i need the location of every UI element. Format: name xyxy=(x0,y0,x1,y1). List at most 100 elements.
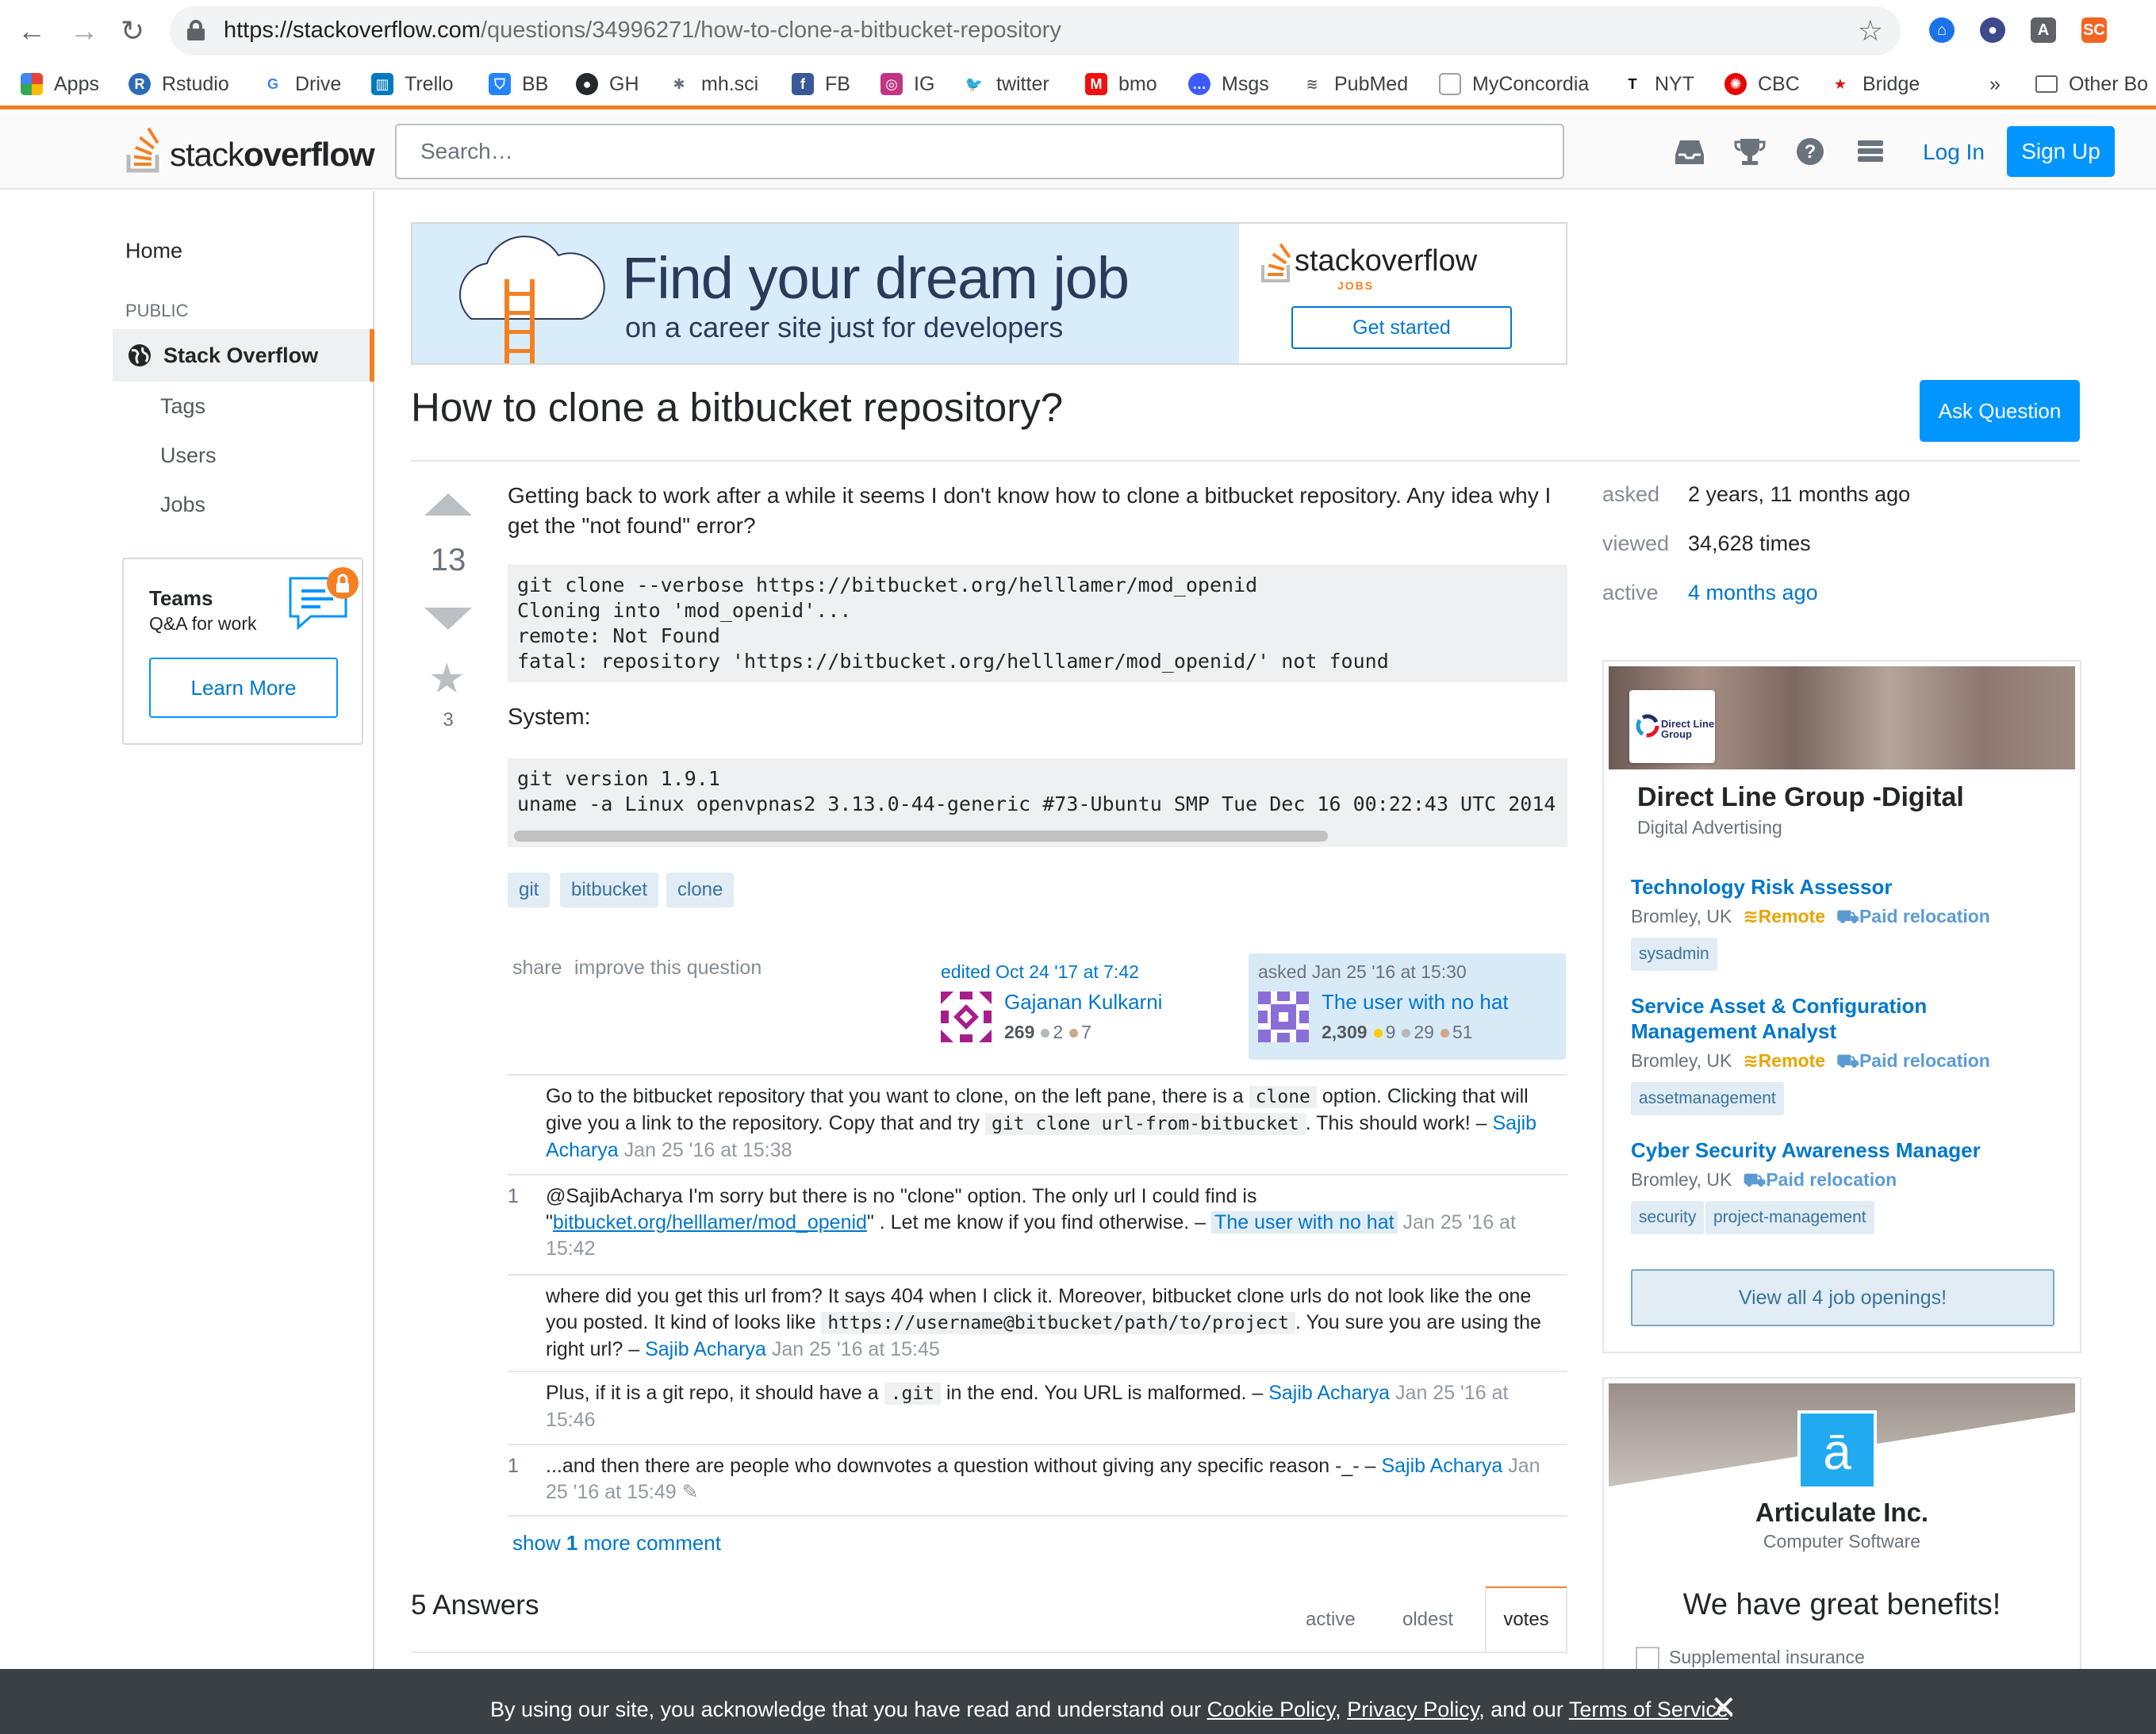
address-bar[interactable]: https://stackoverflow.com/questions/3499… xyxy=(170,6,1901,56)
bookmark-gh[interactable]: ● GH xyxy=(576,68,639,100)
bookmark-mhsci[interactable]: ✱ mh.sci xyxy=(668,68,758,100)
company-ad-card[interactable]: ā Articulate Inc. Computer Software We h… xyxy=(1602,1377,2081,1678)
stat-active-value[interactable]: 4 months ago xyxy=(1688,581,1818,605)
inbox-icon[interactable] xyxy=(1672,134,1707,169)
bookmark-twitter[interactable]: 🐦 twitter xyxy=(963,68,1049,100)
so-topbar: stackoverflow Search… ? Log In Sign Up xyxy=(0,113,2156,190)
comment-user[interactable]: Sajib Acharya xyxy=(1268,1382,1390,1404)
bookmark-trello[interactable]: ▥ Trello xyxy=(371,68,454,100)
tag-clone[interactable]: clone xyxy=(666,873,735,907)
sidebar-item-jobs[interactable]: Jobs xyxy=(160,493,205,517)
bookmark-bb[interactable]: ⛉ BB xyxy=(489,68,548,100)
sidebar-item-users[interactable]: Users xyxy=(160,443,217,468)
globe-icon xyxy=(129,344,151,366)
job-tag[interactable]: sysadmin xyxy=(1631,938,1717,971)
relocation-truck-icon: ⛟Paid relocation xyxy=(1743,1169,1897,1190)
jobs-banner-ad[interactable]: Find your dream job on a career site jus… xyxy=(411,222,1567,365)
improve-question-link[interactable]: improve this question xyxy=(574,957,762,980)
signup-button[interactable]: Sign Up xyxy=(2007,126,2115,177)
bookmark-pubmed[interactable]: ≋ PubMed xyxy=(1301,68,1408,100)
comment-text: Plus, if it is a git repo, it should hav… xyxy=(546,1382,1509,1431)
asker-name[interactable]: The user with no hat xyxy=(1322,990,1509,1015)
edited-time[interactable]: edited Oct 24 '17 at 7:42 xyxy=(941,961,1139,983)
login-button[interactable]: Log In xyxy=(1910,129,1997,175)
editor-name[interactable]: Gajanan Kulkarni xyxy=(1004,990,1162,1015)
extension-sc-icon[interactable]: SC xyxy=(2081,17,2107,43)
extension-a-icon[interactable]: A xyxy=(2031,17,2056,43)
relocation-truck-icon: ⛟Paid relocation xyxy=(1836,906,1990,926)
twitter-bird-icon: 🐦 xyxy=(963,73,985,95)
upvote-arrow-icon[interactable] xyxy=(424,493,472,516)
asker-avatar[interactable] xyxy=(1258,992,1309,1042)
job-title-link[interactable]: Technology Risk Assessor xyxy=(1631,874,1892,900)
editor-user-card: edited Oct 24 '17 at 7:42 Gajanan Kulkar… xyxy=(941,953,1210,1055)
sidebar-item-home[interactable]: Home xyxy=(125,239,182,263)
favorite-count: 3 xyxy=(443,709,454,731)
show-more-comments-link[interactable]: show 1 more comment xyxy=(512,1531,721,1556)
bookmark-rstudio[interactable]: R Rstudio xyxy=(129,68,229,100)
bookmark-nyt[interactable]: T NYT xyxy=(1621,68,1694,100)
privacy-policy-link[interactable]: Privacy Policy xyxy=(1347,1698,1479,1721)
cookie-policy-link[interactable]: Cookie Policy xyxy=(1207,1698,1336,1721)
learn-more-button[interactable]: Learn More xyxy=(149,658,338,718)
tab-votes[interactable]: votes xyxy=(1485,1586,1567,1653)
bookmark-other[interactable]: Other Bo xyxy=(2035,68,2148,100)
get-started-button[interactable]: Get started xyxy=(1291,306,1512,349)
job-tag[interactable]: security xyxy=(1631,1201,1705,1234)
tab-oldest[interactable]: oldest xyxy=(1402,1609,1453,1631)
comment-date[interactable]: Jan 25 '16 at 15:38 xyxy=(624,1139,792,1161)
bookmark-bmo[interactable]: Mbmo xyxy=(1085,68,1157,100)
help-icon[interactable]: ? xyxy=(1793,134,1828,169)
so-logo[interactable]: stackoverflow xyxy=(125,128,375,174)
job-title-link[interactable]: Service Asset & Configuration Management… xyxy=(1631,993,2043,1044)
bookmark-cbc[interactable]: ✺ CBC xyxy=(1724,68,1800,100)
comment-date[interactable]: Jan 25 '16 at 15:45 xyxy=(772,1338,940,1360)
bookmark-bridge[interactable]: ★ Bridge xyxy=(1829,68,1920,100)
reload-icon[interactable]: ↻ xyxy=(121,14,144,48)
close-icon[interactable]: ✕ xyxy=(1710,1690,1737,1726)
bookmark-fb[interactable]: f FB xyxy=(792,68,850,100)
comment-user[interactable]: The user with no hat xyxy=(1211,1211,1398,1233)
company-logo[interactable]: Direct Line Group xyxy=(1629,690,1715,763)
bookmark-msgs[interactable]: … Msgs xyxy=(1188,68,1269,100)
downvote-arrow-icon[interactable] xyxy=(424,608,472,630)
back-arrow-icon[interactable]: ← xyxy=(17,14,46,48)
ad-company-name[interactable]: Articulate Inc. xyxy=(1604,1498,2080,1528)
bookmark-apps[interactable]: Apps xyxy=(21,68,99,100)
favorite-star-icon[interactable]: ★ xyxy=(428,655,466,703)
forward-arrow-icon[interactable]: → xyxy=(70,14,98,48)
tag-bitbucket[interactable]: bitbucket xyxy=(560,873,659,907)
bookmarks-overflow[interactable]: » xyxy=(1989,68,2001,100)
comment-user[interactable]: Sajib Acharya xyxy=(1381,1455,1502,1477)
extension-bank-icon[interactable]: ⌂ xyxy=(1929,17,1955,43)
site-switcher-icon[interactable] xyxy=(1853,134,1888,169)
code-scrollbar[interactable] xyxy=(514,831,1328,842)
job-tag[interactable]: assetmanagement xyxy=(1631,1082,1784,1115)
ask-question-button[interactable]: Ask Question xyxy=(1920,380,2080,442)
sidebar-item-tags[interactable]: Tags xyxy=(160,394,205,419)
bookmark-drive[interactable]: G Drive xyxy=(262,68,341,100)
company-name[interactable]: Direct Line Group -Digital xyxy=(1637,782,1964,813)
company-photo[interactable]: Direct Line Group xyxy=(1609,666,2075,769)
extension-flag-icon[interactable]: ● xyxy=(1980,17,2005,43)
direct-line-logo-icon xyxy=(1636,714,1659,738)
terms-of-service-link[interactable]: Terms of Service xyxy=(1569,1698,1728,1721)
share-link[interactable]: share xyxy=(512,957,562,980)
question-title[interactable]: How to clone a bitbucket repository? xyxy=(411,384,1063,431)
tag-git[interactable]: git xyxy=(508,873,551,907)
job-tag[interactable]: project-management xyxy=(1705,1201,1874,1234)
editor-avatar[interactable] xyxy=(941,992,992,1042)
achievements-trophy-icon[interactable] xyxy=(1732,134,1767,169)
bookmark-ig[interactable]: ◎ IG xyxy=(880,68,934,100)
bridge-icon: ★ xyxy=(1829,73,1851,95)
view-all-jobs-button[interactable]: View all 4 job openings! xyxy=(1631,1269,2054,1326)
search-input[interactable]: Search… xyxy=(395,124,1564,179)
comment-text: @SajibAcharya I'm sorry but there is no … xyxy=(546,1185,1516,1260)
job-title-link[interactable]: Cyber Security Awareness Manager xyxy=(1631,1137,1981,1163)
comment-user[interactable]: Sajib Acharya xyxy=(645,1338,766,1360)
bookmark-myconcordia[interactable]: MyConcordia xyxy=(1439,68,1589,100)
comment-link[interactable]: bitbucket.org/helllamer/mod_openid xyxy=(553,1211,867,1233)
tab-active[interactable]: active xyxy=(1306,1609,1356,1631)
bookmark-star-icon[interactable]: ☆ xyxy=(1858,14,1883,48)
sidebar-item-stack-overflow[interactable]: Stack Overflow xyxy=(113,329,374,382)
